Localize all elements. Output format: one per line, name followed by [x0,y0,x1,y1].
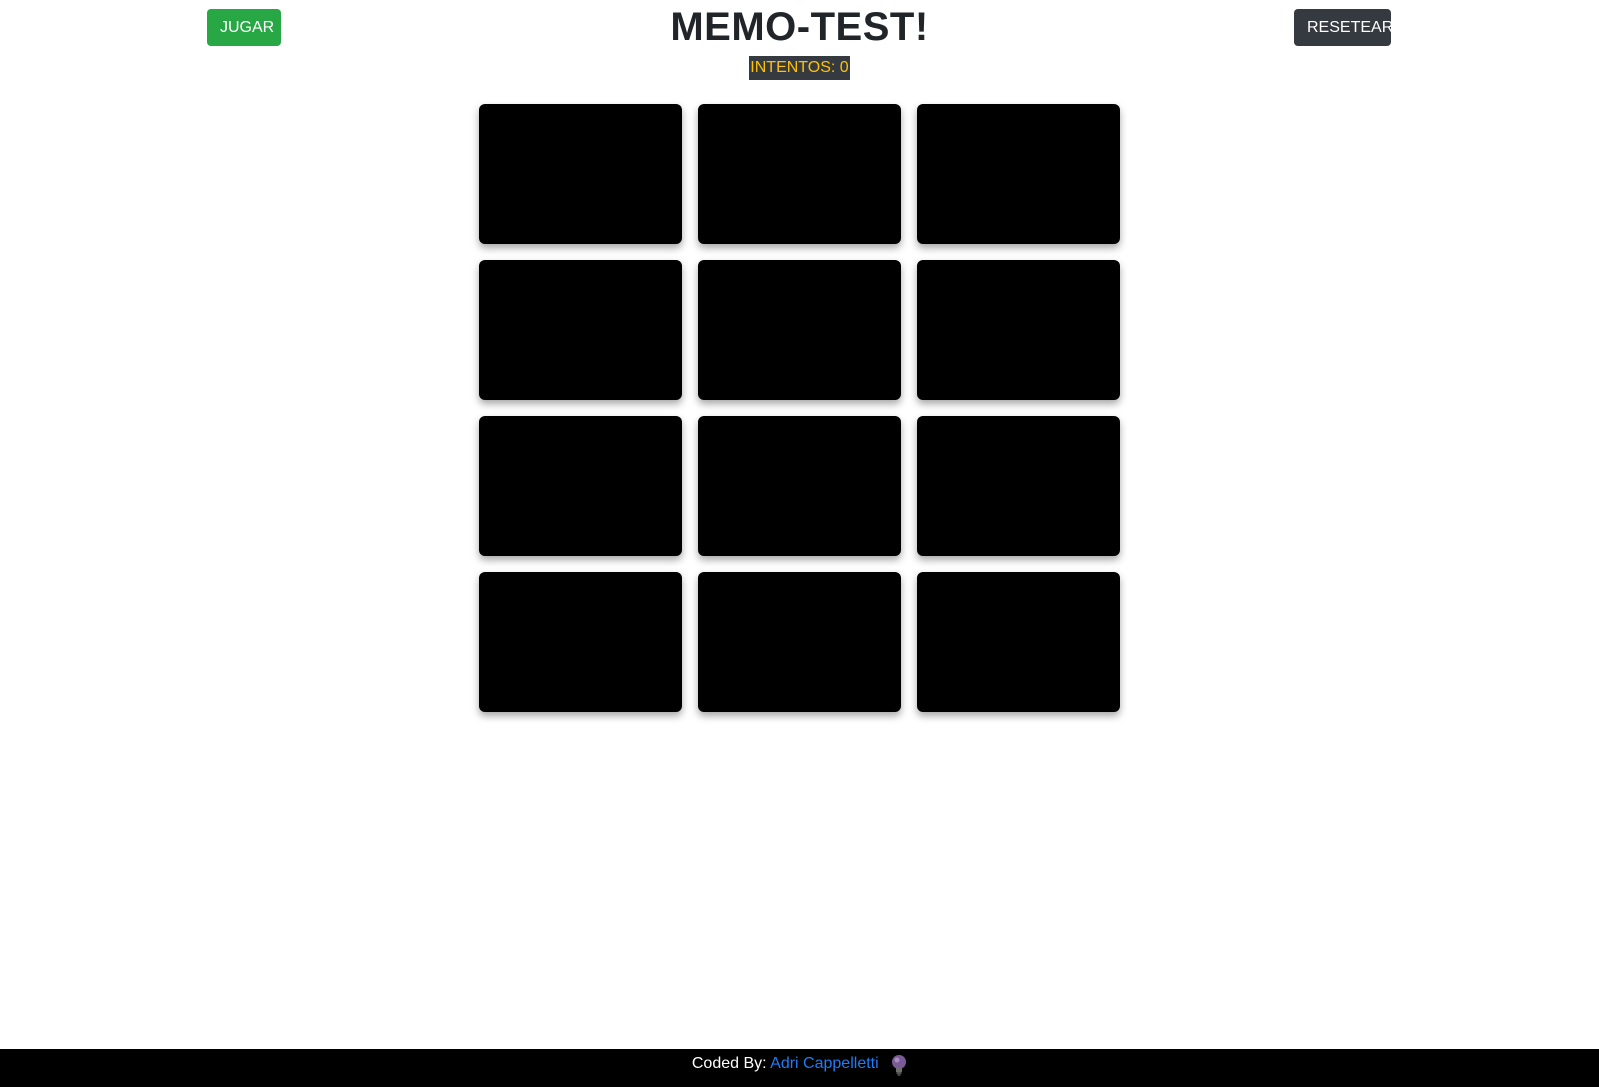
memory-card[interactable] [917,572,1120,712]
memory-card[interactable] [917,260,1120,400]
footer: Coded By: Adri Cappelletti [0,1049,1599,1087]
memory-card[interactable] [698,416,901,556]
attempts-counter-wrapper: INTENTOS: 0 [0,56,1599,80]
memory-card[interactable] [479,416,682,556]
memory-card[interactable] [917,104,1120,244]
memory-card[interactable] [479,104,682,244]
reset-button[interactable]: RESETEAR [1294,9,1393,46]
memory-card[interactable] [479,572,682,712]
memory-card[interactable] [698,572,901,712]
card-board [479,104,1120,712]
memory-card[interactable] [917,416,1120,556]
memory-card[interactable] [698,104,901,244]
memo-test-page: JUGAR MEMO-TEST! RESETEAR INTENTOS: 0 Co… [0,0,1599,1087]
memory-card[interactable] [698,260,901,400]
attempts-counter: INTENTOS: 0 [749,56,850,80]
footer-credit: Coded By: Adri Cappelletti [692,1049,907,1077]
memory-card[interactable] [479,260,682,400]
bulb-avatar-icon [891,1054,907,1078]
footer-prefix: Coded By: [691,1055,767,1072]
author-link[interactable]: Adri Cappelletti [770,1055,879,1072]
